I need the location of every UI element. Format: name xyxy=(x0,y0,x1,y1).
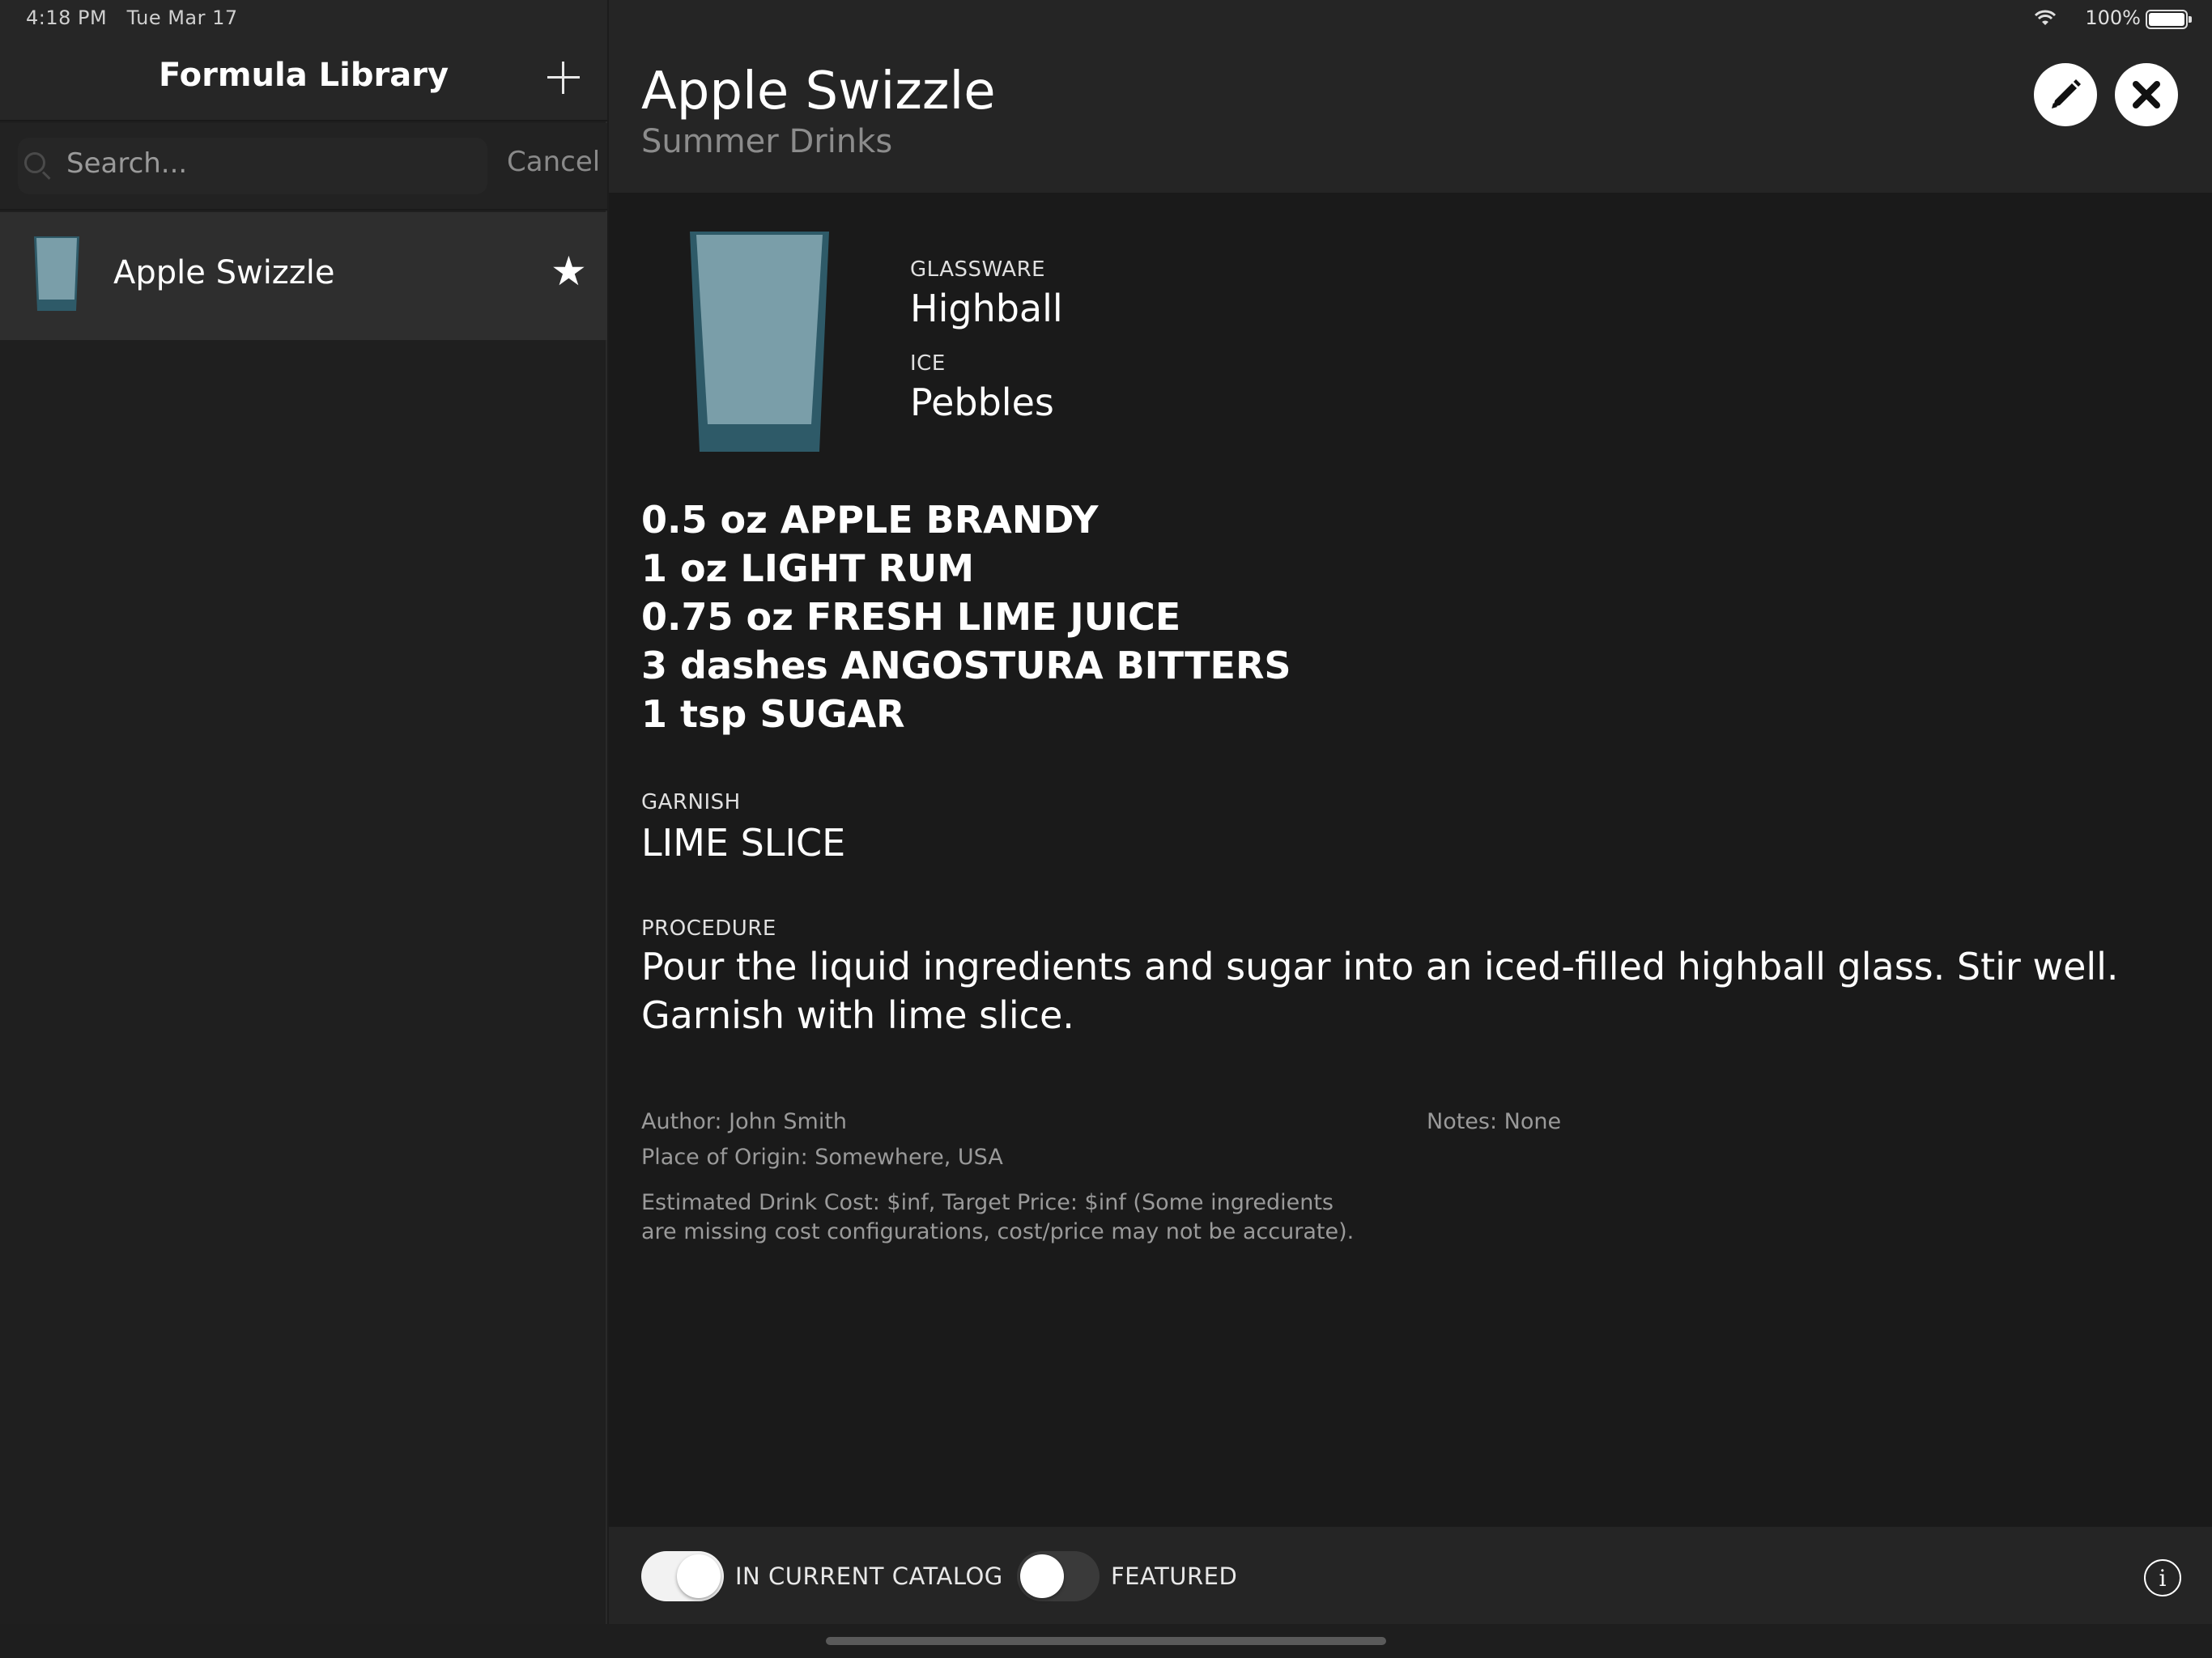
ice-label: ICE xyxy=(910,351,946,376)
ingredient-item: 0.5 oz APPLE BRANDY xyxy=(641,498,1099,542)
bottom-bar: IN CURRENT CATALOG FEATURED i xyxy=(609,1527,2212,1624)
procedure-text: Pour the liquid ingredients and sugar in… xyxy=(641,945,2119,1037)
drink-title: Apple Swizzle xyxy=(641,62,996,121)
ingredient-item: 0.75 oz FRESH LIME JUICE xyxy=(641,595,1181,639)
battery-icon xyxy=(2146,10,2192,29)
detail-header: 100% Apple Swizzle Summer Drinks xyxy=(609,0,2212,193)
toggle-knob xyxy=(1020,1554,1064,1598)
highball-glass-icon xyxy=(34,236,79,311)
app-window: 4:18 PM Tue Mar 17 Formula Library Cance… xyxy=(0,0,2212,1658)
home-indicator-area xyxy=(0,1624,2212,1658)
drink-category: Summer Drinks xyxy=(641,123,893,160)
info-icon[interactable]: i xyxy=(2144,1559,2181,1596)
battery-percent: 100% xyxy=(2085,6,2141,29)
home-indicator[interactable] xyxy=(826,1637,1386,1645)
pencil-icon xyxy=(2052,79,2081,108)
featured-toggle-label: FEATURED xyxy=(1111,1562,1238,1590)
author-text: Author: John Smith xyxy=(641,1109,848,1134)
procedure-label: PROCEDURE xyxy=(641,916,776,941)
catalog-toggle[interactable] xyxy=(641,1551,724,1601)
search-icon xyxy=(24,152,45,173)
notes-text: Notes: None xyxy=(1427,1109,1562,1134)
ingredient-item: 3 dashes ANGOSTURA BITTERS xyxy=(641,644,1291,687)
glassware-value: Highball xyxy=(910,287,1063,330)
list-item[interactable]: Apple Swizzle ★ xyxy=(0,212,607,340)
toggle-knob xyxy=(677,1554,721,1598)
plus-icon[interactable] xyxy=(547,62,580,94)
ingredient-item: 1 oz LIGHT RUM xyxy=(641,546,975,590)
sidebar-title: Formula Library xyxy=(158,57,449,94)
featured-toggle[interactable] xyxy=(1017,1551,1100,1601)
sidebar: 4:18 PM Tue Mar 17 Formula Library Cance… xyxy=(0,0,607,1658)
search-input[interactable] xyxy=(66,136,471,191)
cost-note: Estimated Drink Cost: $inf, Target Price… xyxy=(641,1190,1355,1244)
origin-text: Place of Origin: Somewhere, USA xyxy=(641,1145,1003,1170)
glassware-label: GLASSWARE xyxy=(910,257,1046,282)
ingredient-list: 0.5 oz APPLE BRANDY 1 oz LIGHT RUM 0.75 … xyxy=(641,495,1937,738)
detail-pane: 100% Apple Swizzle Summer Drinks GLASSWA… xyxy=(609,0,2212,1658)
garnish-label: GARNISH xyxy=(641,790,741,814)
status-date: Tue Mar 17 xyxy=(126,6,238,29)
list-item-label: Apple Swizzle xyxy=(113,254,335,291)
edit-button[interactable] xyxy=(2034,63,2097,126)
close-button[interactable] xyxy=(2115,63,2178,126)
close-icon xyxy=(2133,81,2160,108)
catalog-toggle-label: IN CURRENT CATALOG xyxy=(735,1562,1003,1590)
status-time-date: 4:18 PM Tue Mar 17 xyxy=(26,6,238,29)
cancel-button[interactable]: Cancel xyxy=(507,146,600,178)
ice-value: Pebbles xyxy=(910,380,1054,424)
status-time: 4:18 PM xyxy=(26,6,108,29)
wifi-icon xyxy=(2034,10,2057,25)
highball-glass-image xyxy=(690,232,829,452)
star-icon[interactable]: ★ xyxy=(551,251,587,291)
sidebar-header: 4:18 PM Tue Mar 17 Formula Library xyxy=(0,0,607,121)
ingredient-item: 1 tsp SUGAR xyxy=(641,692,905,736)
garnish-value: LIME SLICE xyxy=(641,821,846,865)
